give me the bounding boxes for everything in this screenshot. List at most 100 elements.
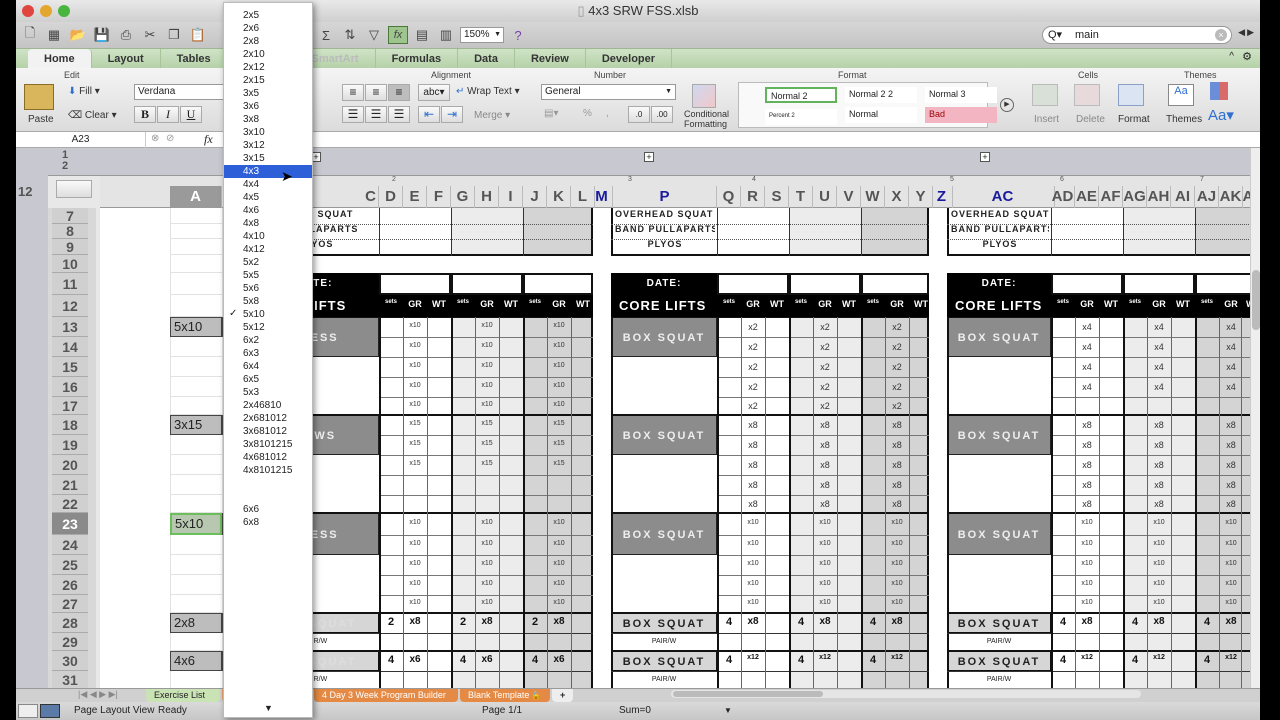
normal-view-button[interactable] <box>18 704 38 718</box>
dropdown-option[interactable]: 2x12 <box>224 61 312 74</box>
column-header-v[interactable]: V <box>837 186 861 208</box>
search-prev-icon[interactable]: ◀ <box>1238 27 1245 38</box>
row-header-26[interactable]: 26 <box>52 575 88 595</box>
dropdown-option[interactable]: 5x12 <box>224 321 312 334</box>
name-box[interactable]: A23 <box>16 132 146 148</box>
tab-formulas[interactable]: Formulas <box>376 49 459 68</box>
delete-cells-icon[interactable] <box>1074 84 1100 106</box>
dropdown-option[interactable]: 3x12 <box>224 139 312 152</box>
column-header-j[interactable]: J <box>523 186 547 208</box>
row-header-25[interactable]: 25 <box>52 555 88 575</box>
dropdown-option[interactable]: 3x15 <box>224 152 312 165</box>
dropdown-option[interactable]: 5x2 <box>224 256 312 269</box>
zoom-select[interactable]: 150% ▼ <box>460 27 504 43</box>
dropdown-option[interactable]: 3x681012 <box>224 425 312 438</box>
zoom-window-button[interactable] <box>58 5 70 17</box>
collapse-ribbon-icon[interactable]: ^ <box>1229 51 1234 62</box>
row-header-18[interactable]: 18 <box>52 415 88 435</box>
tab-tables[interactable]: Tables <box>161 49 228 68</box>
column-header-z[interactable]: Z <box>931 186 953 208</box>
dropdown-option[interactable]: 4x10 <box>224 230 312 243</box>
dropdown-option[interactable]: 2x6 <box>224 22 312 35</box>
column-header-p[interactable]: P <box>613 186 717 208</box>
column-header-ai[interactable]: AI <box>1171 186 1195 208</box>
row-header-28[interactable]: 28 <box>52 613 88 633</box>
column-header-y[interactable]: Y <box>909 186 933 208</box>
dropdown-option[interactable]: 3x8101215 <box>224 438 312 451</box>
row-header-31[interactable]: 31 <box>52 671 88 689</box>
open-icon[interactable]: 📂 <box>68 26 88 44</box>
align-right-button[interactable]: ☰ <box>388 106 410 123</box>
dropdown-option[interactable]: 6x3 <box>224 347 312 360</box>
filter-icon[interactable]: ▽ <box>364 26 384 44</box>
dropdown-option[interactable]: 2x10 <box>224 48 312 61</box>
dropdown-option[interactable]: 4x3 <box>224 165 312 178</box>
dropdown-option[interactable]: 6x5 <box>224 373 312 386</box>
row-header-22[interactable]: 22 <box>52 495 88 513</box>
search-next-icon[interactable]: ▶ <box>1247 27 1254 38</box>
page-layout-view-button[interactable] <box>40 704 60 718</box>
dropdown-option[interactable]: 3x5 <box>224 87 312 100</box>
toolbox-icon[interactable]: ▥ <box>436 26 456 44</box>
sheet-tab[interactable]: 4 Day 3 Week Program Builder🔒 <box>314 689 458 713</box>
column-header-af[interactable]: AF <box>1099 186 1123 208</box>
date-input[interactable] <box>789 273 861 295</box>
column-header-q[interactable]: Q <box>717 186 741 208</box>
paste-clipboard-icon[interactable] <box>24 84 54 110</box>
row-header-7[interactable]: 7 <box>52 208 88 224</box>
dropdown-option[interactable]: 6x4 <box>224 360 312 373</box>
sheet-tab[interactable]: Exercise List🔒 <box>146 689 220 713</box>
formula-builder-icon[interactable]: fx <box>388 26 408 44</box>
row-header-11[interactable]: 11 <box>52 273 88 295</box>
help-icon[interactable]: ? <box>508 26 528 44</box>
dropdown-option[interactable]: 3x6 <box>224 100 312 113</box>
column-header-r[interactable]: R <box>741 186 765 208</box>
column-header-f[interactable]: F <box>427 186 451 208</box>
align-center-button[interactable]: ☰ <box>365 106 387 123</box>
dropdown-option[interactable]: 5x8 <box>224 295 312 308</box>
column-header-ah[interactable]: AH <box>1147 186 1171 208</box>
dropdown-option[interactable]: 5x3 <box>224 386 312 399</box>
dropdown-option[interactable]: 3x8 <box>224 113 312 126</box>
paste-button[interactable]: Paste <box>28 114 54 125</box>
row-header-8[interactable]: 8 <box>52 224 88 239</box>
dropdown-option[interactable] <box>224 477 312 490</box>
percent-button[interactable]: % <box>583 108 592 119</box>
row-header-19[interactable]: 19 <box>52 435 88 455</box>
dropdown-option[interactable]: 2x681012 <box>224 412 312 425</box>
gallery-next-icon[interactable]: ▶ <box>1000 98 1014 112</box>
comma-button[interactable]: , <box>606 108 609 119</box>
minimize-window-button[interactable] <box>40 5 52 17</box>
column-header-s[interactable]: S <box>765 186 789 208</box>
save-icon[interactable]: 💾 <box>92 26 112 44</box>
column-header-m[interactable]: M <box>591 186 613 208</box>
underline-button[interactable]: U <box>180 106 202 123</box>
tab-home[interactable]: Home <box>28 49 92 68</box>
row-header-17[interactable]: 17 <box>52 397 88 415</box>
column-header-h[interactable]: H <box>475 186 499 208</box>
dropdown-option[interactable]: 4x8 <box>224 217 312 230</box>
horizontal-scroll-thumb[interactable] <box>673 691 823 697</box>
row-outline-levels[interactable]: 12 <box>18 184 32 199</box>
sort-icon[interactable]: ⇅ <box>340 26 360 44</box>
sheet-nav-arrows[interactable]: |◀ ◀ ▶ ▶| <box>78 689 118 700</box>
column-header-a[interactable]: A <box>170 186 222 208</box>
column-header-i[interactable]: I <box>499 186 523 208</box>
cell-a18[interactable]: 3x15 <box>170 415 222 435</box>
column-header-aj[interactable]: AJ <box>1195 186 1219 208</box>
close-window-button[interactable] <box>22 5 34 17</box>
bold-button[interactable]: B <box>134 106 156 123</box>
orientation-button[interactable]: abc▾ <box>418 84 450 101</box>
column-header-k[interactable]: K <box>547 186 571 208</box>
copy-icon[interactable]: ❐ <box>164 26 184 44</box>
merge-button[interactable]: Merge ▾ <box>474 110 510 121</box>
format-cells-icon[interactable] <box>1118 84 1144 106</box>
dropdown-option[interactable]: 6x6 <box>224 503 312 516</box>
themes-button[interactable]: Themes <box>1166 114 1202 125</box>
italic-button[interactable]: I <box>157 106 179 123</box>
column-header-w[interactable]: W <box>861 186 885 208</box>
row-header-10[interactable]: 10 <box>52 255 88 273</box>
conditional-formatting-button[interactable]: Conditional Formatting <box>684 109 744 129</box>
row-header-24[interactable]: 24 <box>52 535 88 555</box>
expand-group-icon[interactable]: + <box>980 152 990 162</box>
